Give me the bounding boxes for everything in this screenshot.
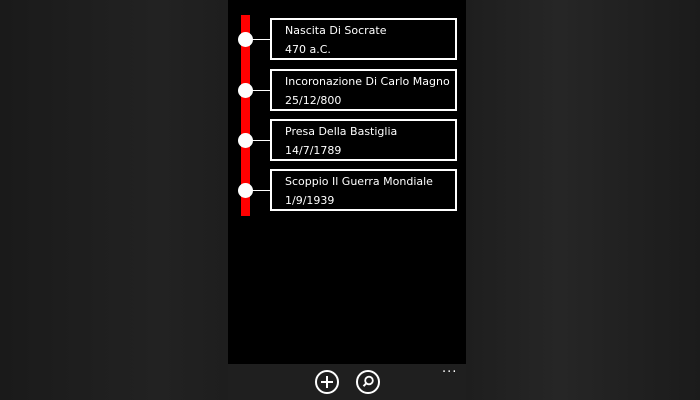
timeline-event[interactable]: Incoronazione Di Carlo Magno 25/12/800 xyxy=(228,69,466,113)
event-date: 14/7/1789 xyxy=(285,144,342,157)
event-card[interactable]: Presa Della Bastiglia 14/7/1789 xyxy=(270,119,457,161)
timeline-dot xyxy=(238,133,253,148)
background-left xyxy=(0,0,228,400)
timeline-dot xyxy=(238,183,253,198)
timeline-event[interactable]: Nascita Di Socrate 470 a.C. xyxy=(228,18,466,62)
search-button[interactable] xyxy=(356,370,380,394)
event-date: 25/12/800 xyxy=(285,94,342,107)
timeline-connector xyxy=(252,39,270,40)
event-card[interactable]: Incoronazione Di Carlo Magno 25/12/800 xyxy=(270,69,457,111)
event-title: Nascita Di Socrate xyxy=(285,24,387,37)
event-date: 470 a.C. xyxy=(285,43,331,56)
event-card[interactable]: Nascita Di Socrate 470 a.C. xyxy=(270,18,457,60)
more-options-button[interactable]: ... xyxy=(442,362,460,378)
event-title: Scoppio Il Guerra Mondiale xyxy=(285,175,433,188)
phone-screen: Nascita Di Socrate 470 a.C. Incoronazion… xyxy=(228,0,466,400)
event-card[interactable]: Scoppio Il Guerra Mondiale 1/9/1939 xyxy=(270,169,457,211)
event-date: 1/9/1939 xyxy=(285,194,335,207)
event-title: Incoronazione Di Carlo Magno xyxy=(285,75,450,88)
event-title: Presa Della Bastiglia xyxy=(285,125,398,138)
timeline-connector xyxy=(252,140,270,141)
timeline-connector xyxy=(252,190,270,191)
timeline-dot xyxy=(238,83,253,98)
timeline-event[interactable]: Presa Della Bastiglia 14/7/1789 xyxy=(228,119,466,163)
app-bar: ... xyxy=(228,362,466,400)
background-right xyxy=(466,0,700,400)
timeline-dot xyxy=(238,32,253,47)
timeline-connector xyxy=(252,90,270,91)
search-icon xyxy=(362,375,374,387)
add-button[interactable] xyxy=(315,370,339,394)
timeline-event[interactable]: Scoppio Il Guerra Mondiale 1/9/1939 xyxy=(228,169,466,213)
